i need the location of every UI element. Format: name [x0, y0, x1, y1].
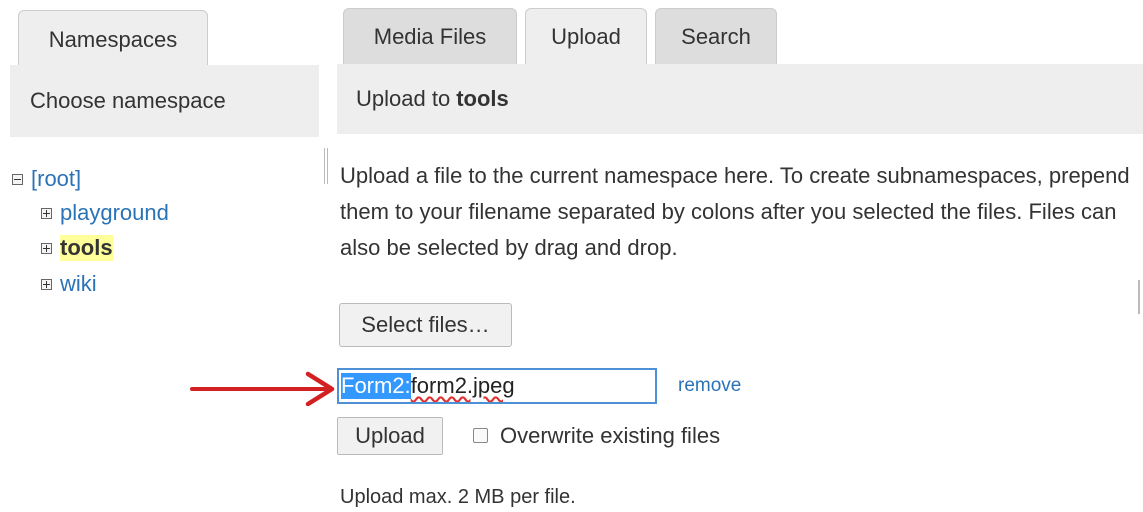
tab-media-files-label: Media Files — [373, 23, 487, 49]
expand-toggle-icon[interactable] — [41, 207, 52, 219]
upload-target-header: Upload to tools — [337, 64, 1143, 134]
tab-namespaces-label: Namespaces — [48, 26, 178, 52]
filename-selected-text: Form2: — [341, 373, 411, 399]
tree-item-wiki[interactable]: wiki — [41, 271, 97, 297]
panel-splitter-handle[interactable] — [324, 148, 328, 184]
choose-namespace-label: Choose namespace — [30, 88, 226, 113]
tree-link-root[interactable]: [root] — [31, 166, 81, 192]
tab-upload[interactable]: Upload — [525, 8, 647, 64]
tree-item-root[interactable]: [root] — [12, 166, 81, 192]
collapse-toggle-icon[interactable] — [12, 173, 23, 185]
tree-item-tools[interactable]: tools — [41, 235, 113, 261]
filename-input[interactable]: Form2: form2.jpeg — [337, 368, 657, 404]
upload-namespace-name: tools — [456, 86, 509, 111]
tab-upload-label: Upload — [551, 23, 621, 49]
tree-link-playground[interactable]: playground — [60, 200, 169, 226]
upload-to-label: Upload to — [356, 86, 451, 111]
overwrite-checkbox[interactable] — [473, 428, 488, 443]
expand-toggle-icon[interactable] — [41, 278, 52, 290]
choose-namespace-header: Choose namespace — [10, 65, 319, 137]
select-files-button[interactable]: Select files… — [339, 303, 512, 347]
tab-namespaces[interactable]: Namespaces — [18, 10, 208, 68]
filename-text: form2.jpeg — [410, 373, 515, 398]
tab-media-files[interactable]: Media Files — [343, 8, 517, 64]
upload-button[interactable]: Upload — [337, 417, 443, 455]
expand-toggle-icon[interactable] — [41, 242, 52, 254]
overwrite-checkbox-label[interactable]: Overwrite existing files — [500, 423, 720, 449]
upload-instructions: Upload a file to the current namespace h… — [340, 163, 1130, 260]
tab-search[interactable]: Search — [655, 8, 777, 64]
remove-link[interactable]: remove — [678, 375, 741, 397]
scrollbar[interactable] — [1138, 280, 1140, 314]
tree-link-wiki[interactable]: wiki — [60, 271, 97, 297]
tree-item-playground[interactable]: playground — [41, 200, 169, 226]
annotation-arrow-icon — [190, 371, 335, 406]
upload-size-note: Upload max. 2 MB per file. — [340, 486, 576, 508]
tab-search-label: Search — [681, 23, 751, 49]
tree-link-tools[interactable]: tools — [60, 235, 113, 261]
